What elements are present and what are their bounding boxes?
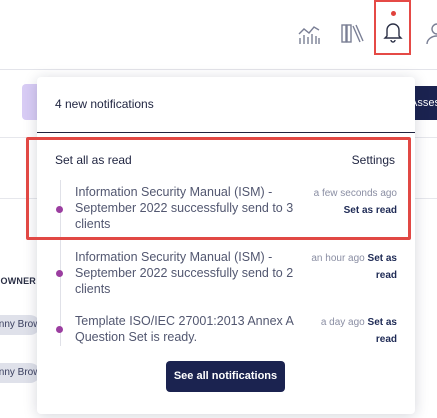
set-all-read-link[interactable]: Set all as read bbox=[55, 153, 132, 167]
notifications-actions-row: Set all as read Settings bbox=[55, 153, 395, 169]
notification-meta: an hour ago Set as read bbox=[309, 250, 397, 284]
user-icon[interactable] bbox=[424, 20, 437, 46]
owner-name: Danny Brown bbox=[0, 319, 40, 330]
notification-text: Template ISO/IEC 27001:2013 Annex A Ques… bbox=[75, 314, 294, 344]
set-as-read-link[interactable]: Set as read bbox=[368, 253, 397, 281]
unread-dot bbox=[56, 326, 63, 333]
library-icon[interactable] bbox=[339, 20, 365, 46]
notifications-count-heading: 4 new notifications bbox=[55, 97, 154, 111]
owner-name: Danny Brown bbox=[0, 367, 40, 378]
set-as-read-link[interactable]: Set as read bbox=[344, 205, 397, 216]
notification-meta: a day ago Set as read bbox=[309, 314, 397, 348]
notification-text: Information Security Manual (ISM) - Sept… bbox=[75, 185, 294, 231]
owner-column-header: CLIENT OWNER bbox=[0, 276, 36, 286]
notification-item[interactable]: Template ISO/IEC 27001:2013 Annex A Ques… bbox=[53, 313, 397, 347]
notification-item[interactable]: Information Security Manual (ISM) - Sept… bbox=[53, 249, 397, 299]
unread-dot bbox=[56, 270, 63, 277]
notifications-bell-button[interactable] bbox=[374, 0, 411, 55]
bell-icon bbox=[383, 23, 403, 43]
set-as-read-link[interactable]: Set as read bbox=[368, 317, 397, 345]
unread-indicator bbox=[391, 11, 396, 16]
chart-icon[interactable] bbox=[296, 20, 322, 46]
notification-text: Information Security Manual (ISM) - Sept… bbox=[75, 250, 294, 296]
notification-time: a day ago bbox=[320, 317, 365, 328]
unread-dot bbox=[56, 206, 63, 213]
notification-time: a few seconds ago bbox=[313, 188, 397, 199]
notification-item[interactable]: Information Security Manual (ISM) - Sept… bbox=[53, 184, 397, 234]
notification-time: an hour ago bbox=[311, 253, 365, 264]
notification-meta: a few seconds ago Set as read bbox=[309, 185, 397, 219]
owner-pill: Danny Brown bbox=[0, 315, 40, 335]
header-divider bbox=[37, 132, 415, 133]
owner-pill: Danny Brown bbox=[0, 363, 40, 383]
settings-link[interactable]: Settings bbox=[352, 153, 395, 167]
see-all-notifications-button[interactable]: See all notifications bbox=[166, 361, 285, 392]
top-bar bbox=[0, 0, 437, 70]
